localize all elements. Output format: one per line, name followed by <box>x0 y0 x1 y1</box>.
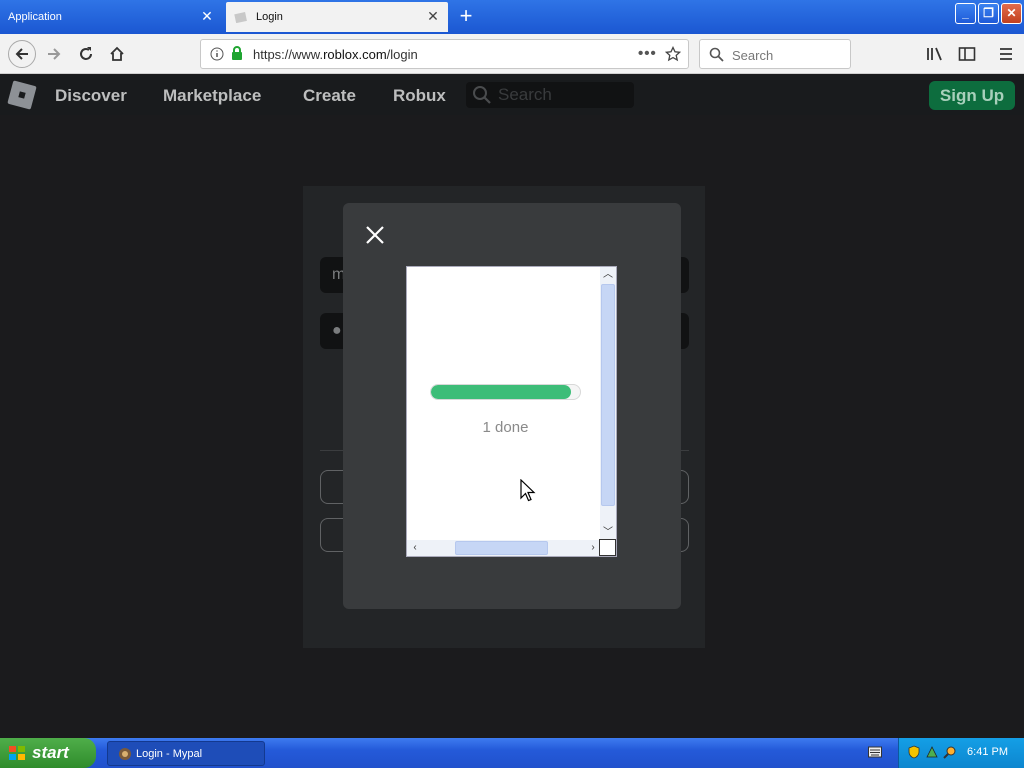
page-actions-icon[interactable]: ••• <box>638 45 657 62</box>
search-placeholder: Search <box>732 48 774 63</box>
system-tray: 6:41 PM <box>898 738 1024 768</box>
progress-popup: 1 done ︿ ﹀ ‹ › <box>406 266 617 557</box>
start-label: start <box>32 743 69 762</box>
progress-label: 1 done <box>482 419 529 436</box>
lock-icon <box>232 46 242 60</box>
horizontal-scroll-thumb[interactable] <box>455 541 548 555</box>
scroll-left-icon[interactable]: ‹ <box>408 541 422 555</box>
vertical-scroll-thumb[interactable] <box>601 284 615 506</box>
bookmark-star-icon[interactable] <box>665 46 681 62</box>
mypal-icon <box>119 748 131 760</box>
tab-application[interactable]: Application ✕ <box>0 2 222 32</box>
library-icon[interactable] <box>923 42 947 66</box>
progress-bar <box>430 384 581 400</box>
new-tab-button[interactable]: + <box>456 5 476 27</box>
info-icon[interactable] <box>210 47 224 61</box>
horizontal-scrollbar[interactable]: ‹ › <box>407 540 601 556</box>
nav-create[interactable]: Create <box>303 86 356 106</box>
url-prefix: https://www. <box>253 47 324 62</box>
keyboard-icon[interactable] <box>868 746 882 758</box>
browser-tab-bar: Application ✕ Login ✕ + _ ❐ ✕ <box>0 0 1024 34</box>
back-icon[interactable] <box>8 40 36 68</box>
taskbar-item-label: Login - Mypal <box>136 747 203 760</box>
reload-icon[interactable] <box>74 42 98 66</box>
menu-icon[interactable] <box>994 42 1018 66</box>
scroll-up-icon[interactable]: ︿ <box>601 268 615 282</box>
close-icon[interactable] <box>364 224 386 246</box>
nav-discover[interactable]: Discover <box>55 86 127 106</box>
site-search-input[interactable]: Search <box>466 82 634 108</box>
sidebar-icon[interactable] <box>955 42 979 66</box>
url-bar[interactable]: https://www.roblox.com/login ••• <box>200 39 689 69</box>
url-host: roblox.com <box>323 47 387 62</box>
page-icon <box>234 12 247 23</box>
network-icon[interactable] <box>925 745 939 759</box>
home-icon[interactable] <box>105 42 129 66</box>
search-icon <box>709 47 724 62</box>
close-window-button[interactable]: ✕ <box>1001 3 1022 24</box>
modal-dialog: 1 done ︿ ﹀ ‹ › <box>343 203 681 609</box>
nav-robux[interactable]: Robux <box>393 86 446 106</box>
scroll-right-icon[interactable]: › <box>586 541 600 555</box>
browser-nav-bar: https://www.roblox.com/login ••• Search <box>0 34 1024 74</box>
windows-flag-icon <box>9 746 25 760</box>
close-tab-icon[interactable]: ✕ <box>200 9 214 23</box>
site-header: Discover Marketplace Create Robux Search… <box>0 75 1024 115</box>
tab-label: Login <box>256 11 283 23</box>
forward-icon[interactable] <box>42 42 66 66</box>
roblox-logo[interactable] <box>7 80 37 110</box>
vertical-scrollbar[interactable]: ︿ ﹀ <box>600 267 616 541</box>
browser-search-bar[interactable]: Search <box>699 39 851 69</box>
scroll-corner <box>599 539 616 556</box>
sign-up-button[interactable]: Sign Up <box>929 81 1015 110</box>
restore-button[interactable]: ❐ <box>978 3 999 24</box>
url-path: /login <box>386 47 418 62</box>
window-controls: _ ❐ ✕ <box>955 3 1022 24</box>
magnifier-icon[interactable] <box>943 745 957 759</box>
search-icon <box>473 86 491 104</box>
mouse-cursor-icon <box>520 479 536 502</box>
tab-label: Application <box>8 11 62 23</box>
tab-login[interactable]: Login ✕ <box>226 2 448 32</box>
security-shield-icon[interactable] <box>907 745 921 759</box>
close-tab-icon[interactable]: ✕ <box>426 9 440 23</box>
url-text: https://www.roblox.com/login <box>253 47 418 62</box>
scroll-down-icon[interactable]: ﹀ <box>601 526 615 540</box>
taskbar: start Login - Mypal 6:41 PM <box>0 738 1024 768</box>
clock: 6:41 PM <box>967 746 1008 758</box>
site-search-placeholder: Search <box>498 85 552 104</box>
taskbar-item-login[interactable]: Login - Mypal <box>107 741 265 766</box>
progress-fill <box>431 385 572 399</box>
start-button[interactable]: start <box>0 738 96 768</box>
nav-marketplace[interactable]: Marketplace <box>163 86 261 106</box>
minimize-button[interactable]: _ <box>955 3 976 24</box>
